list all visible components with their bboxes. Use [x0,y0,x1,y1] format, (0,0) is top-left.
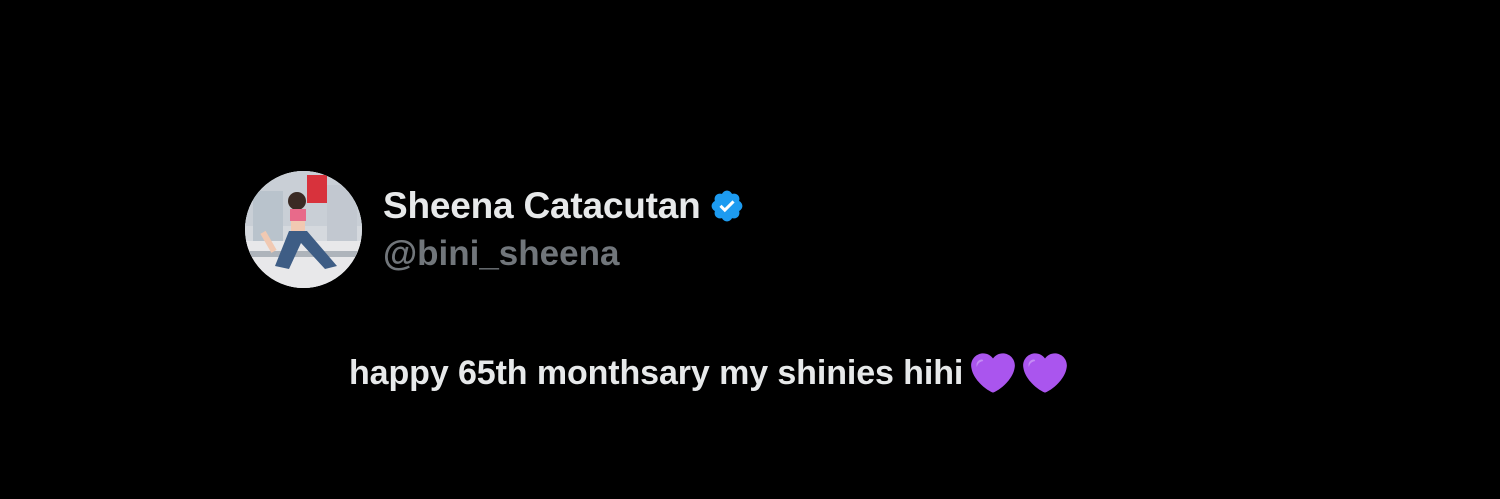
tweet-body: happy 65th monthsary my shinies hihi [349,350,1068,396]
avatar[interactable] [245,171,362,288]
display-name[interactable]: Sheena Catacutan [383,184,701,228]
tweet-card: Sheena Catacutan @bini_sheena happy 65th… [0,0,1500,499]
purple-heart-icon [1023,351,1068,395]
verified-badge-icon [709,188,745,224]
author-name-row: Sheena Catacutan [383,184,745,228]
user-handle[interactable]: @bini_sheena [383,232,619,276]
profile-photo [245,171,362,288]
tweet-text: happy 65th monthsary my shinies hihi [349,354,964,392]
purple-heart-icon [971,351,1016,395]
